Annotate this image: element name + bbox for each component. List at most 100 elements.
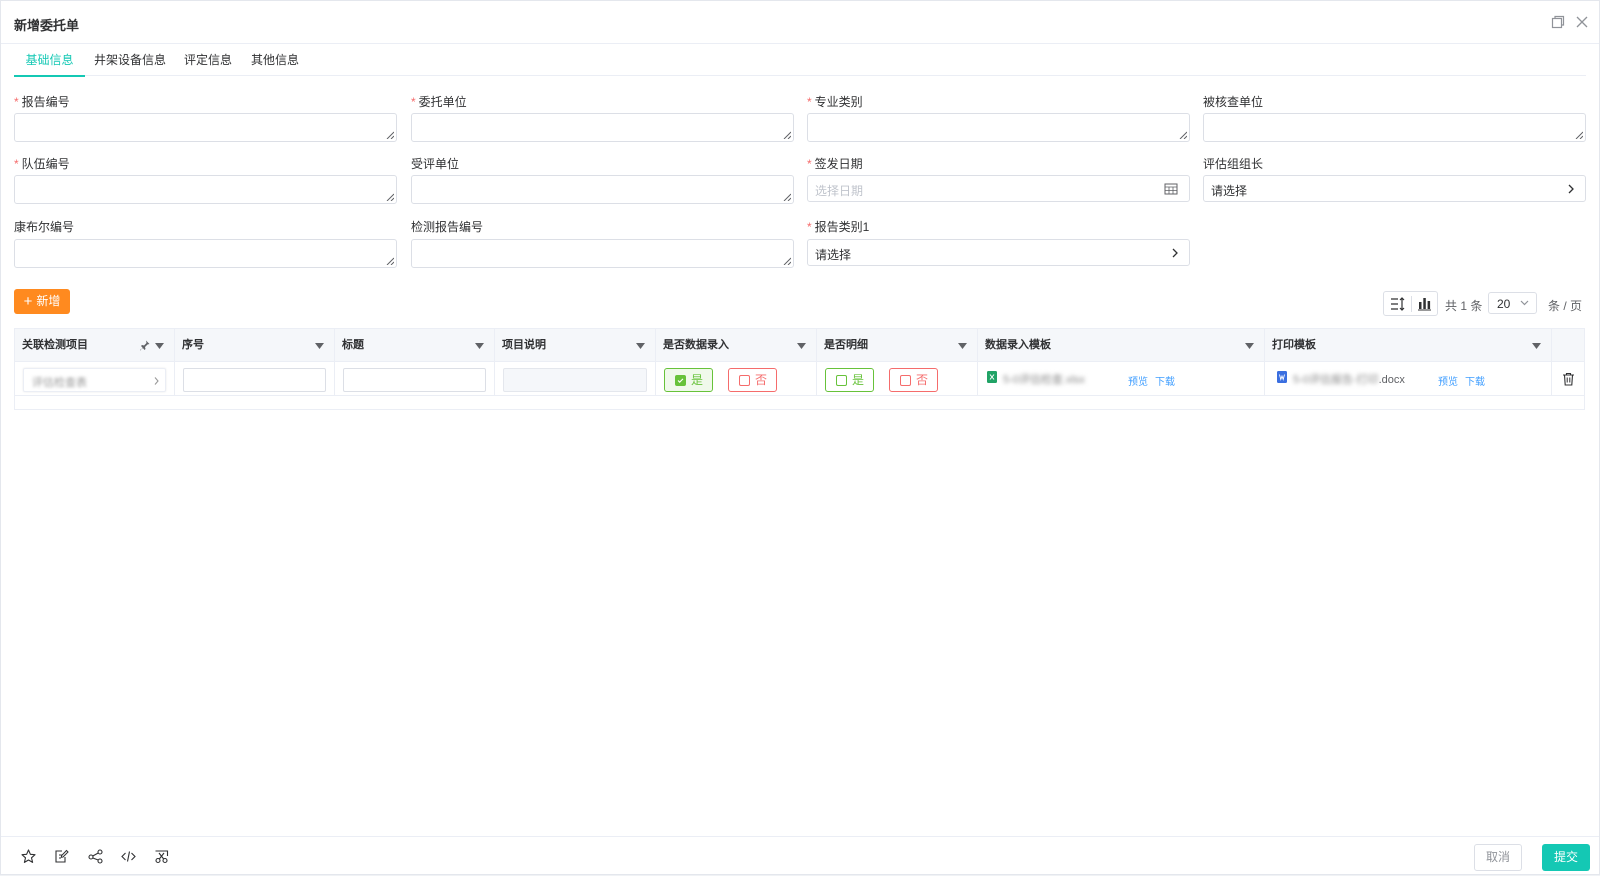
tab-other-info[interactable]: 其他信息 xyxy=(251,45,299,76)
column-header-entry-template[interactable]: 数据录入模板 xyxy=(978,329,1265,362)
detail-no-option[interactable]: 否 xyxy=(889,368,938,392)
column-header-seq[interactable]: 序号 xyxy=(175,329,335,362)
report-type-select[interactable]: 请选择 xyxy=(807,239,1190,266)
resize-handle-icon[interactable] xyxy=(783,131,791,139)
evaluated-unit-label: 受评单位 xyxy=(411,157,460,171)
report-no-label: * 报告编号 xyxy=(14,95,70,109)
screenshot-icon[interactable] xyxy=(154,849,169,864)
star-icon[interactable] xyxy=(21,849,36,864)
evaluated-unit-input[interactable] xyxy=(411,175,794,204)
team-leader-label: 评估组组长 xyxy=(1203,157,1264,171)
team-leader-select[interactable]: 请选择 xyxy=(1203,175,1586,202)
code-icon[interactable] xyxy=(121,849,136,864)
resize-handle-icon[interactable] xyxy=(1575,131,1583,139)
cell-project: 评估检查表 xyxy=(15,362,175,396)
desc-input xyxy=(503,368,647,392)
tab-basic-info[interactable]: 基础信息 xyxy=(14,45,85,77)
report-type-label: * 报告类别1 xyxy=(807,220,870,234)
column-header-title[interactable]: 标题 xyxy=(335,329,495,362)
resize-handle-icon[interactable] xyxy=(386,131,394,139)
specialty-input[interactable] xyxy=(807,113,1190,142)
filter-caret-icon[interactable] xyxy=(475,343,484,349)
inspected-unit-input[interactable] xyxy=(1203,113,1586,142)
seq-input[interactable] xyxy=(183,368,326,392)
issue-date-label: * 签发日期 xyxy=(807,157,863,171)
total-count: 共 1 条 xyxy=(1445,299,1483,313)
add-row-button[interactable]: + 新增 xyxy=(14,289,70,314)
edit-icon[interactable] xyxy=(54,849,69,864)
filter-caret-icon[interactable] xyxy=(958,343,967,349)
column-header-desc[interactable]: 项目说明 xyxy=(495,329,656,362)
client-unit-input[interactable] xyxy=(411,113,794,142)
print-template-filename[interactable]: 5-0评估报告-打印.docx xyxy=(1293,371,1405,387)
resize-handle-icon[interactable] xyxy=(1179,131,1187,139)
filter-caret-icon[interactable] xyxy=(315,343,324,349)
column-header-project[interactable]: 关联检测项目 xyxy=(15,329,175,362)
new-order-dialog: 新增委托单 基础信息 井架设备信息 评定信息 其他信息 * 报告编号 * 委托单位 … xyxy=(0,0,1600,875)
bar-chart-icon[interactable] xyxy=(1417,296,1432,311)
cell-print-template: 5-0评估报告-打印.docx 预览 下载 xyxy=(1265,362,1552,396)
report-type-value: 请选择 xyxy=(815,248,852,262)
items-table: 关联检测项目 序号 标题 项目说明 是否数据录入 是否明细 数据录入模板 打印模… xyxy=(14,328,1585,410)
resize-handle-icon[interactable] xyxy=(386,257,394,265)
column-header-data-entry[interactable]: 是否数据录入 xyxy=(656,329,817,362)
dialog-title: 新增委托单 xyxy=(14,18,80,33)
cell-seq xyxy=(175,362,335,396)
pin-icon[interactable] xyxy=(140,340,150,351)
detail-yes-option[interactable]: 是 xyxy=(825,368,874,392)
data-entry-no-option[interactable]: 否 xyxy=(728,368,777,392)
share-icon[interactable] xyxy=(88,849,103,864)
entry-template-download-link[interactable]: 下载 xyxy=(1155,373,1175,388)
chevron-right-icon xyxy=(154,377,159,385)
calendar-icon xyxy=(1164,183,1178,195)
test-report-no-label: 检测报告编号 xyxy=(411,220,484,234)
column-header-print-template[interactable]: 打印模板 xyxy=(1265,329,1552,362)
entry-template-filename[interactable]: 5-0评估检查.xlsx xyxy=(1003,371,1085,387)
per-page-label: 条 / 页 xyxy=(1548,299,1583,313)
cell-title xyxy=(335,362,495,396)
chevron-right-icon xyxy=(1568,184,1574,194)
team-no-label: * 队伍编号 xyxy=(14,157,70,171)
tab-bar: 基础信息 井架设备信息 评定信息 其他信息 xyxy=(14,45,1586,77)
close-icon[interactable] xyxy=(1574,14,1590,30)
data-entry-yes-option[interactable]: 是 xyxy=(664,368,713,392)
check-icon xyxy=(675,375,686,386)
resize-handle-icon[interactable] xyxy=(783,193,791,201)
restore-icon[interactable] xyxy=(1550,14,1566,30)
kangbuer-no-label: 康布尔编号 xyxy=(14,220,75,234)
project-select[interactable]: 评估检查表 xyxy=(23,368,166,392)
cell-data-entry: 是 否 xyxy=(656,362,817,396)
report-no-input[interactable] xyxy=(14,113,397,142)
trash-icon[interactable] xyxy=(1562,372,1575,386)
submit-button[interactable]: 提交 xyxy=(1542,844,1590,871)
filter-caret-icon[interactable] xyxy=(636,343,645,349)
column-header-detail[interactable]: 是否明细 xyxy=(817,329,978,362)
resize-handle-icon[interactable] xyxy=(783,257,791,265)
divider xyxy=(1411,296,1412,312)
page-size-select[interactable]: 20 xyxy=(1488,292,1537,314)
density-icon[interactable] xyxy=(1390,297,1405,311)
filter-caret-icon[interactable] xyxy=(155,343,164,349)
test-report-no-input[interactable] xyxy=(411,239,794,268)
print-template-download-link[interactable]: 下载 xyxy=(1465,373,1485,388)
team-no-input[interactable] xyxy=(14,175,397,204)
resize-handle-icon[interactable] xyxy=(386,193,394,201)
table-row: 评估检查表 是 否 是 否 5-0评估检查.xlsx 预览 下载 5-0评估报告… xyxy=(15,362,1584,396)
filter-caret-icon[interactable] xyxy=(1245,343,1254,349)
chevron-down-icon xyxy=(1520,300,1529,306)
specialty-label: * 专业类别 xyxy=(807,95,863,109)
cancel-button[interactable]: 取消 xyxy=(1474,844,1522,871)
tab-derrick-equipment[interactable]: 井架设备信息 xyxy=(94,45,166,76)
word-file-icon xyxy=(1277,371,1287,383)
title-input[interactable] xyxy=(343,368,486,392)
tab-evaluation-info[interactable]: 评定信息 xyxy=(184,45,232,76)
cell-detail: 是 否 xyxy=(817,362,978,396)
issue-date-picker[interactable]: 选择日期 xyxy=(807,175,1190,202)
print-template-preview-link[interactable]: 预览 xyxy=(1438,373,1458,388)
kangbuer-no-input[interactable] xyxy=(14,239,397,268)
entry-template-preview-link[interactable]: 预览 xyxy=(1128,373,1148,388)
filter-caret-icon[interactable] xyxy=(1532,343,1541,349)
inspected-unit-label: 被核查单位 xyxy=(1203,95,1264,109)
filter-caret-icon[interactable] xyxy=(797,343,806,349)
chevron-right-icon xyxy=(1172,248,1178,258)
